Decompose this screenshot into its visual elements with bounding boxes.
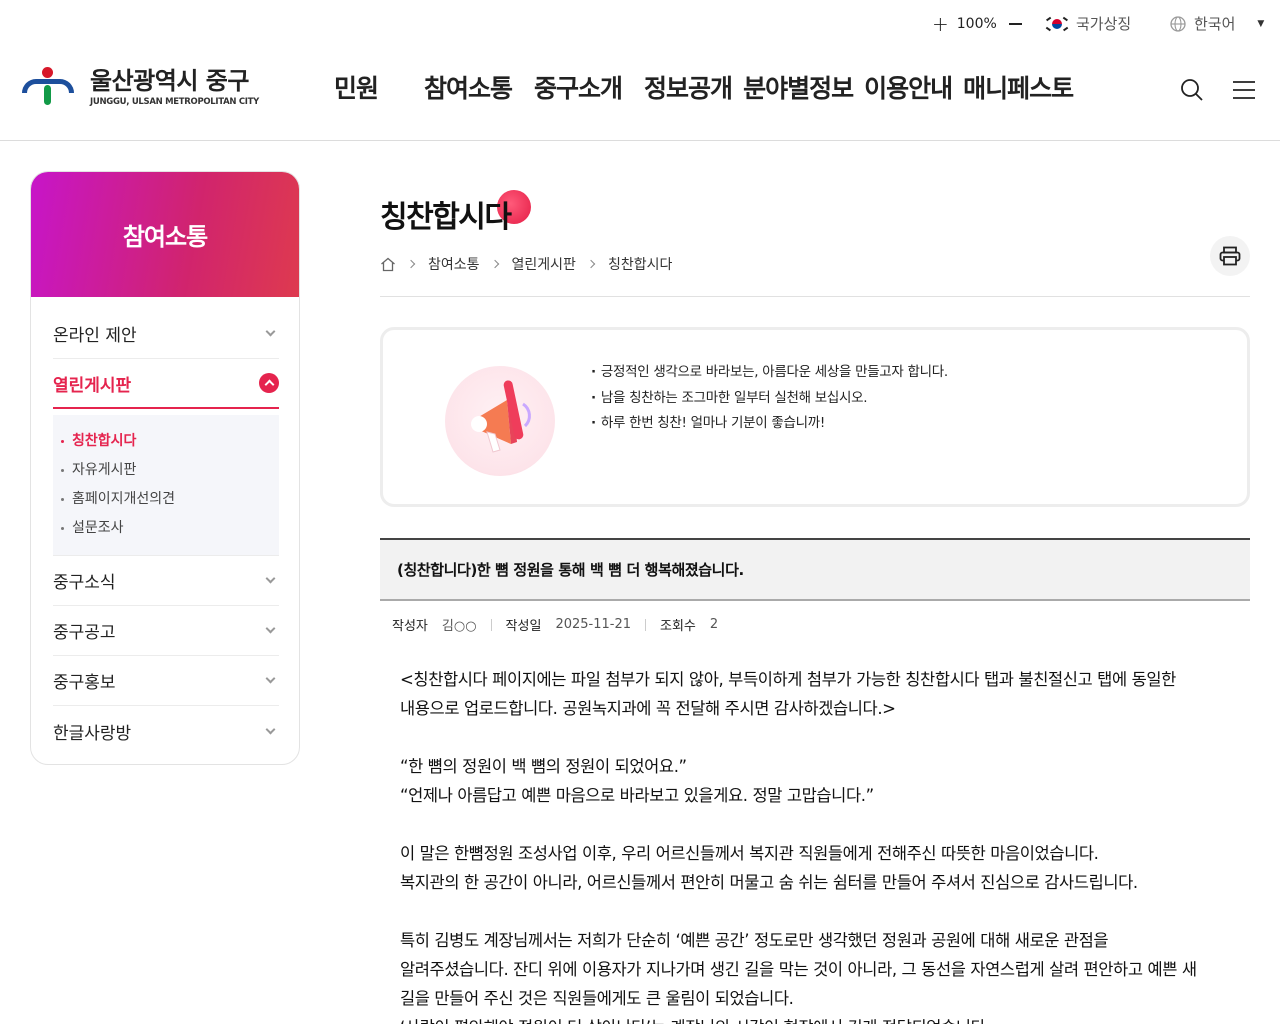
globe-icon bbox=[1170, 15, 1186, 32]
logo-name-kr: 울산광역시 중구 bbox=[90, 67, 249, 95]
gnb-item-manifesto[interactable]: 매니페스토 bbox=[963, 69, 1074, 105]
chevron-up-icon bbox=[259, 373, 279, 393]
gnb-item-info-disclosure[interactable]: 정보공개 bbox=[644, 69, 733, 105]
post-body: <칭찬합시다 페이지에는 파일 첨부가 되지 않아, 부득이하게 첨부가 가능한… bbox=[400, 665, 1230, 1024]
guide-list: 긍정적인 생각으로 바라보는, 아름다운 세상을 만들고자 합니다. 남을 칭찬… bbox=[591, 360, 948, 437]
author-value: 김○○ bbox=[441, 619, 477, 634]
global-nav: 민원 참여소통 중구소개 정보공개 분야별정보 이용안내 매니페스토 bbox=[334, 69, 1074, 105]
logo-name-en: JUNGGU, ULSAN METROPOLITAN CITY bbox=[90, 97, 260, 107]
submenu-item-survey[interactable]: 설문조사 bbox=[61, 514, 269, 543]
side-nav-item-announcement[interactable]: 중구공고 bbox=[53, 606, 279, 656]
post-line: 복지관의 한 공간이 아니라, 어르신들께서 편안히 머물고 숨 쉬는 쉼터를 … bbox=[400, 873, 1138, 892]
side-nav-item-online-proposal[interactable]: 온라인 제안 bbox=[53, 309, 279, 359]
gnb-item-participation[interactable]: 참여소통 bbox=[424, 69, 513, 105]
breadcrumb-item[interactable]: 참여소통 bbox=[428, 254, 480, 274]
post-line: 이 말은 한뼘정원 조성사업 이후, 우리 어르신들께서 복지관 직원들에게 전… bbox=[400, 844, 1099, 863]
post-line: <칭찬합시다 페이지에는 파일 첨부가 되지 않아, 부득이하게 첨부가 가능한… bbox=[400, 670, 1176, 689]
side-nav-item-promotion[interactable]: 중구홍보 bbox=[53, 656, 279, 706]
post-title: (칭찬합니다)한 뼘 정원을 통해 백 뼘 더 행복해졌습니다. bbox=[380, 538, 1250, 601]
breadcrumb-separator-icon bbox=[586, 259, 596, 269]
menu-icon[interactable] bbox=[1232, 80, 1256, 100]
utility-bar: + 100% 국가상징 한국어 ▼ bbox=[0, 0, 1280, 50]
side-nav-item-hangul[interactable]: 한글사랑방 bbox=[53, 706, 279, 756]
page-title: 칭찬합시다 bbox=[380, 200, 512, 235]
side-nav-item-label: 온라인 제안 bbox=[53, 326, 137, 346]
submenu-item-free-board[interactable]: 자유게시판 bbox=[61, 456, 269, 485]
date-label: 작성일 bbox=[505, 619, 542, 634]
post-line: ‘사람이 편안해야 정원이 더 살아난다’는 계장님의 시각이 현장에서 깊게 … bbox=[400, 1013, 1230, 1024]
date-value: 2025-11-21 bbox=[555, 617, 631, 632]
post-line: 길을 만들어 주신 것은 직원들에게도 큰 울림이 되었습니다. bbox=[400, 989, 794, 1008]
side-nav-item-open-board[interactable]: 열린게시판 bbox=[53, 359, 279, 409]
submenu-item-praise[interactable]: 칭찬합시다 bbox=[61, 427, 269, 456]
print-button[interactable] bbox=[1210, 236, 1250, 276]
zoom-control: + 100% bbox=[932, 14, 1022, 34]
national-symbol-label: 국가상징 bbox=[1076, 15, 1132, 33]
megaphone-icon bbox=[445, 366, 555, 476]
views-value: 2 bbox=[709, 617, 719, 632]
chevron-down-icon bbox=[265, 673, 276, 684]
chevron-down-icon bbox=[265, 724, 276, 734]
gnb-item-guide[interactable]: 이용안내 bbox=[864, 69, 953, 105]
search-icon[interactable] bbox=[1180, 78, 1204, 102]
national-symbol-link[interactable]: 국가상징 bbox=[1046, 13, 1131, 34]
submenu-item-site-feedback[interactable]: 홈페이지개선의견 bbox=[61, 485, 269, 514]
junggu-emblem-icon bbox=[22, 66, 74, 108]
breadcrumb: 참여소통 열린게시판 칭찬합시다 bbox=[380, 254, 672, 274]
gnb-item-field-info[interactable]: 분야별정보 bbox=[743, 69, 854, 105]
side-nav-submenu: 칭찬합시다 자유게시판 홈페이지개선의견 설문조사 bbox=[53, 415, 279, 556]
breadcrumb-item-current[interactable]: 칭찬합시다 bbox=[608, 254, 672, 274]
side-nav-item-label: 한글사랑방 bbox=[53, 723, 132, 744]
post-line: “언제나 아름답고 예쁜 마음으로 바라보고 있을게요. 정말 고맙습니다.” bbox=[400, 786, 874, 805]
side-nav-header: 참여소통 bbox=[31, 172, 299, 297]
guide-item: 긍정적인 생각으로 바라보는, 아름다운 세상을 만들고자 합니다. bbox=[591, 360, 948, 386]
gnb-item-civil[interactable]: 민원 bbox=[334, 69, 379, 105]
chevron-down-icon bbox=[265, 573, 276, 584]
guide-item: 하루 한번 칭찬! 얼마나 기분이 좋습니까! bbox=[591, 411, 948, 437]
post-line: “한 뼘의 정원이 백 뼘의 정원이 되었어요.” bbox=[400, 757, 687, 776]
guide-item: 남을 칭찬하는 조그마한 일부터 실천해 보십시오. bbox=[591, 386, 948, 412]
side-nav-title: 참여소통 bbox=[122, 223, 208, 251]
korean-flag-icon bbox=[1046, 16, 1068, 32]
gnb-item-about[interactable]: 중구소개 bbox=[534, 69, 623, 105]
language-select[interactable]: 한국어 ▼ bbox=[1170, 13, 1264, 34]
side-nav: 참여소통 온라인 제안 열린게시판 칭찬합시다 자유게시판 홈페이지개선의견 설… bbox=[30, 171, 300, 765]
praise-guide-box: 긍정적인 생각으로 바라보는, 아름다운 세상을 만들고자 합니다. 남을 칭찬… bbox=[380, 327, 1250, 507]
zoom-in-button[interactable]: + bbox=[932, 14, 949, 34]
caret-down-icon: ▼ bbox=[1257, 18, 1265, 29]
side-nav-item-news[interactable]: 중구소식 bbox=[53, 556, 279, 606]
language-label: 한국어 bbox=[1194, 15, 1236, 33]
home-icon[interactable] bbox=[380, 257, 396, 272]
breadcrumb-item[interactable]: 열린게시판 bbox=[512, 254, 576, 274]
views-label: 조회수 bbox=[660, 619, 696, 634]
zoom-out-button[interactable] bbox=[1008, 23, 1022, 25]
zoom-level: 100% bbox=[956, 16, 997, 32]
breadcrumb-separator-icon bbox=[406, 259, 416, 269]
printer-icon bbox=[1219, 246, 1241, 266]
post-line: 특히 김병도 계장님께서는 저희가 단순히 ‘예쁜 공간’ 정도로만 생각했던 … bbox=[400, 931, 1109, 950]
post-line: 알려주셨습니다. 잔디 위에 이용자가 지나가며 생긴 길을 막는 것이 아니라… bbox=[400, 960, 1197, 979]
side-nav-item-label: 열린게시판 bbox=[53, 375, 132, 396]
side-nav-item-label: 중구홍보 bbox=[53, 673, 116, 693]
side-nav-item-label: 중구공고 bbox=[53, 623, 116, 643]
site-header: 울산광역시 중구 JUNGGU, ULSAN METROPOLITAN CITY… bbox=[0, 50, 1280, 141]
post-meta: 작성자 김○○ 작성일 2025-11-21 조회수 2 bbox=[392, 615, 718, 634]
side-nav-item-label: 중구소식 bbox=[53, 573, 116, 593]
site-logo[interactable]: 울산광역시 중구 JUNGGU, ULSAN METROPOLITAN CITY bbox=[22, 66, 259, 108]
chevron-down-icon bbox=[265, 623, 276, 634]
chevron-down-icon bbox=[265, 326, 276, 337]
title-divider bbox=[380, 296, 1250, 297]
post-line: 내용으로 업로드합니다. 공원녹지과에 꼭 전달해 주시면 감사하겠습니다.> bbox=[400, 699, 896, 718]
author-label: 작성자 bbox=[392, 619, 428, 634]
breadcrumb-separator-icon bbox=[490, 259, 499, 269]
